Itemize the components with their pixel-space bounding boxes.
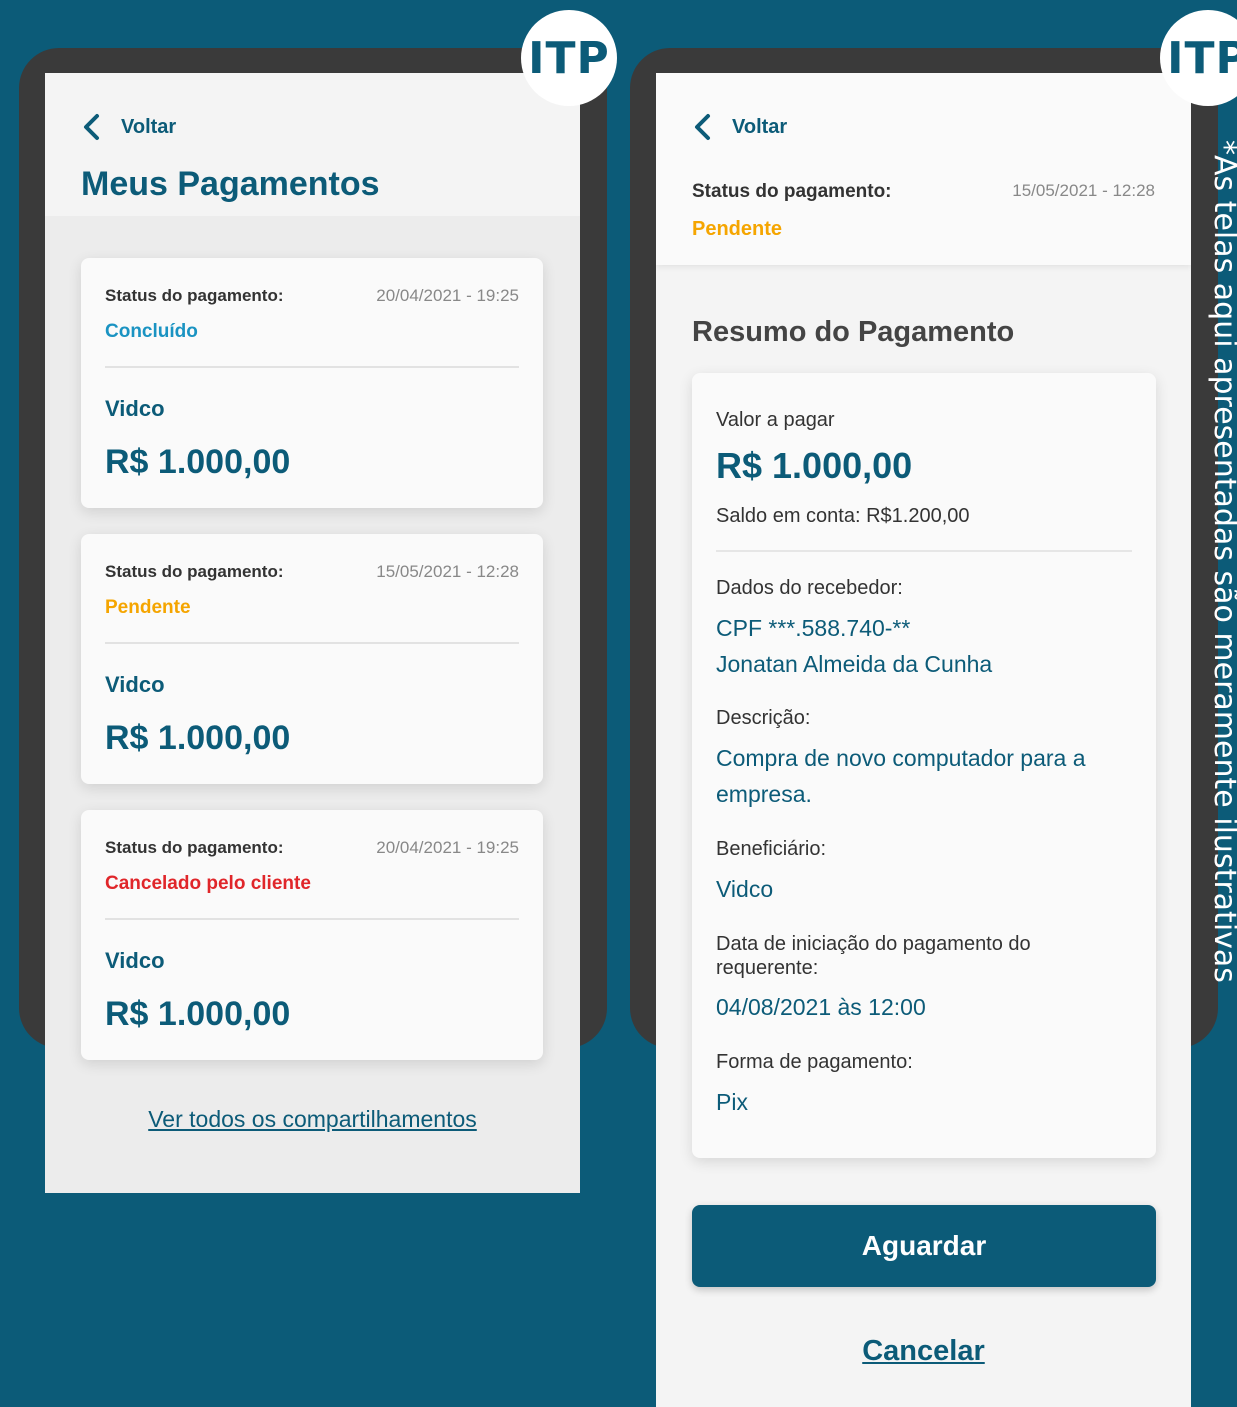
status-badge: Cancelado pelo cliente <box>105 873 311 894</box>
view-all-shares-link[interactable]: Ver todos os compartilhamentos <box>45 1106 580 1133</box>
back-label: Voltar <box>121 115 177 138</box>
payment-date: 15/05/2021 - 12:28 <box>1012 181 1155 200</box>
divider <box>105 366 519 368</box>
back-button[interactable]: Voltar <box>692 113 787 141</box>
wait-button[interactable]: Aguardar <box>692 1205 1156 1287</box>
divider <box>716 550 1132 552</box>
payments-list-screen: Voltar Meus Pagamentos Status do pagamen… <box>45 73 580 1193</box>
disclaimer-text: *As telas aqui apresentadas são merament… <box>1207 140 1237 983</box>
merchant-name: Vidco <box>105 948 165 973</box>
payment-date: 15/05/2021 - 12:28 <box>376 562 519 581</box>
merchant-name: Vidco <box>105 396 165 421</box>
summary-title: Resumo do Pagamento <box>692 316 1015 348</box>
status-label: Status do pagamento: <box>105 562 284 581</box>
cancel-button[interactable]: Cancelar <box>656 1335 1191 1368</box>
payment-amount: R$ 1.000,00 <box>105 995 291 1033</box>
merchant-name: Vidco <box>105 672 165 697</box>
divider <box>105 642 519 644</box>
amount-value: R$ 1.000,00 <box>716 445 913 486</box>
divider <box>105 918 519 920</box>
payment-method-label: Forma de pagamento: <box>716 1051 913 1073</box>
status-label: Status do pagamento: <box>105 838 284 857</box>
payment-card[interactable]: Status do pagamento: 20/04/2021 - 19:25 … <box>81 810 543 1060</box>
back-label: Voltar <box>732 115 788 138</box>
recipient-label: Dados do recebedor: <box>716 577 903 599</box>
status-label: Status do pagamento: <box>692 181 892 202</box>
payment-amount: R$ 1.000,00 <box>105 443 291 481</box>
status-badge: Pendente <box>692 218 783 240</box>
amount-label: Valor a pagar <box>716 409 835 431</box>
description-label: Descrição: <box>716 707 811 729</box>
recipient-name: Jonatan Almeida da Cunha <box>716 651 993 677</box>
payment-date: 20/04/2021 - 19:25 <box>376 286 519 305</box>
chevron-left-icon <box>84 114 99 140</box>
initiation-label-line-1: Data de iniciação do pagamento do <box>716 933 1031 955</box>
initiation-date: 04/08/2021 às 12:00 <box>716 994 926 1020</box>
payment-summary-card: Valor a pagar R$ 1.000,00 Saldo em conta… <box>692 373 1156 1158</box>
balance-text: Saldo em conta: R$1.200,00 <box>716 505 970 527</box>
status-badge: Concluído <box>105 321 198 342</box>
page-title: Meus Pagamentos <box>81 165 380 203</box>
payment-method-value: Pix <box>716 1089 748 1115</box>
payment-date: 20/04/2021 - 19:25 <box>376 838 519 857</box>
status-badge: Pendente <box>105 597 191 618</box>
payment-card[interactable]: Status do pagamento: 20/04/2021 - 19:25 … <box>81 258 543 508</box>
itp-badge: ITP <box>521 10 617 106</box>
status-label: Status do pagamento: <box>105 286 284 305</box>
chevron-left-icon <box>695 114 710 140</box>
description-line-2: empresa. <box>716 781 812 807</box>
back-button[interactable]: Voltar <box>81 113 176 141</box>
payment-card[interactable]: Status do pagamento: 15/05/2021 - 12:28 … <box>81 534 543 784</box>
initiation-label-line-2: requerente: <box>716 957 819 979</box>
description-line-1: Compra de novo computador para a <box>716 745 1086 771</box>
beneficiary-value: Vidco <box>716 876 774 902</box>
disclaimer-note: *As telas aqui apresentadas são merament… <box>1202 140 1237 983</box>
payment-amount: R$ 1.000,00 <box>105 719 291 757</box>
beneficiary-label: Beneficiário: <box>716 838 827 860</box>
payment-detail-screen: Voltar Status do pagamento: 15/05/2021 -… <box>656 73 1191 1407</box>
recipient-cpf: CPF ***.588.740-** <box>716 615 911 641</box>
